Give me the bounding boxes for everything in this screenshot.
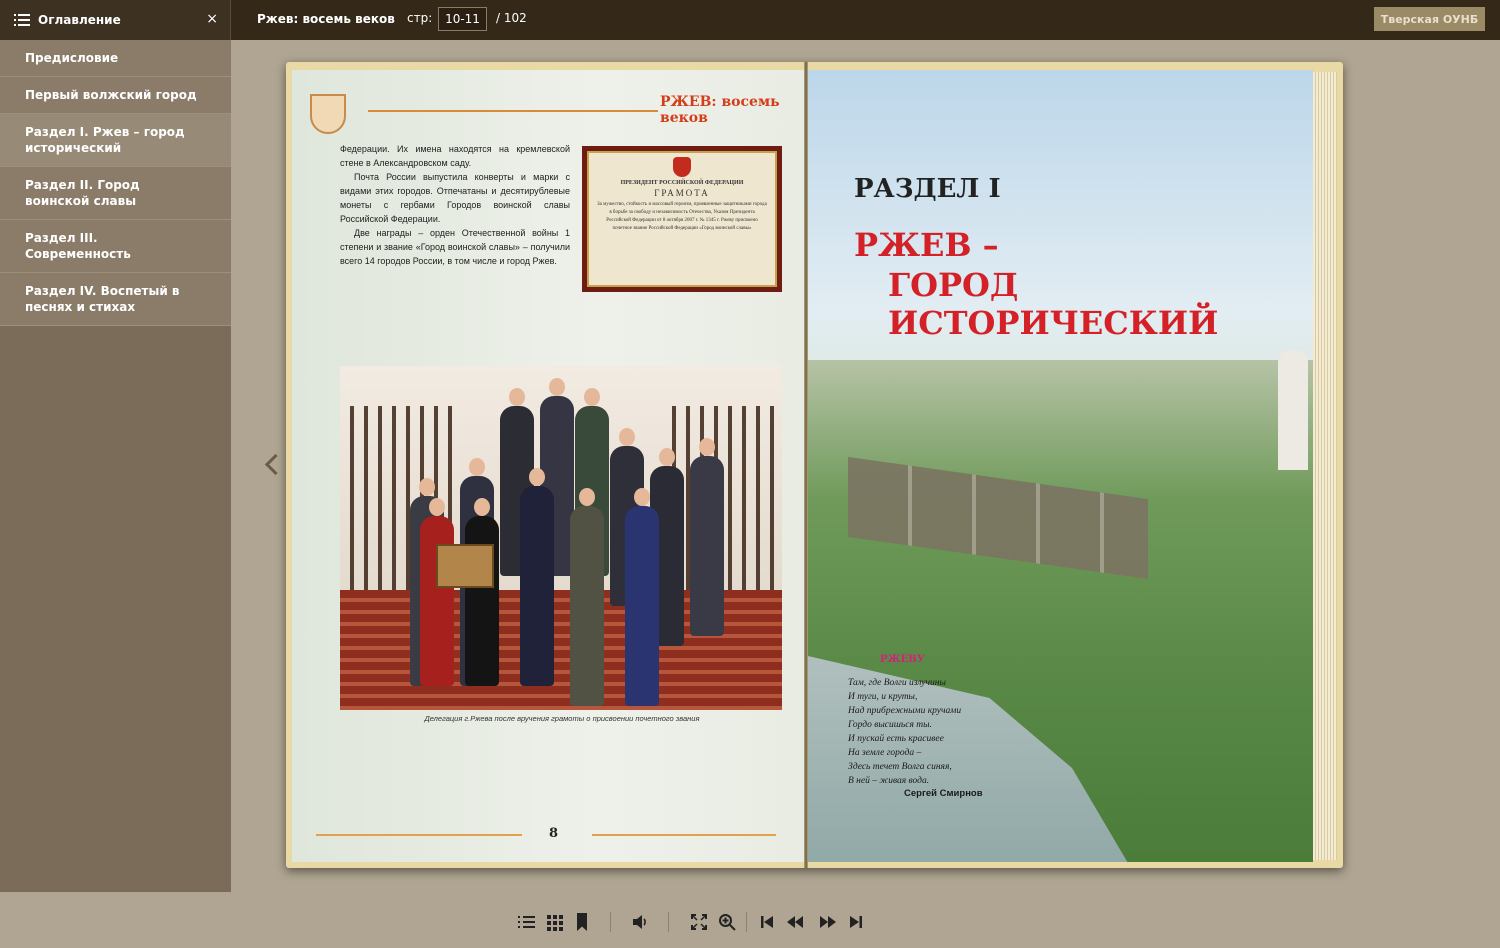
page-total: / 102 bbox=[496, 11, 527, 25]
page-edge bbox=[1313, 72, 1337, 860]
section-title: РЖЕВ – bbox=[854, 226, 999, 264]
paragraph: Две награды – орден Отечественной войны … bbox=[340, 228, 570, 266]
toolbar-separator bbox=[610, 912, 611, 932]
top-bar: Оглавление × Ржев: восемь веков стр: / 1… bbox=[0, 0, 1500, 40]
prev-arrow-icon[interactable] bbox=[262, 450, 282, 480]
book-spread[interactable]: РЖЕВ: восемь веков Федерации. Их имена н… bbox=[286, 62, 1343, 868]
poem-line: Гордо высишься ты. bbox=[848, 720, 932, 730]
toc-item-first-volga-city[interactable]: Первый волжский город bbox=[0, 77, 231, 114]
running-head: РЖЕВ: восемь веков bbox=[660, 94, 780, 126]
toc-item-section-2[interactable]: Раздел II. Город воинской славы bbox=[0, 167, 231, 220]
poem-line: И пускай есть красивее bbox=[848, 734, 944, 744]
poem-author: Сергей Смирнов bbox=[904, 788, 983, 799]
poem-line: Над прибрежными кручами bbox=[848, 706, 962, 716]
toolbar-separator bbox=[746, 912, 747, 932]
delegation-photo bbox=[340, 366, 782, 710]
body-text: Федерации. Их имена находятся на кремлев… bbox=[340, 142, 570, 268]
certificate-title: ГРАМОТА bbox=[654, 188, 710, 198]
toc-title: Оглавление bbox=[38, 13, 121, 27]
fullscreen-icon[interactable] bbox=[690, 913, 708, 931]
certificate-image: ПРЕЗИДЕНТ РОССИЙСКОЙ ФЕДЕРАЦИИ ГРАМОТА З… bbox=[582, 146, 782, 292]
certificate-text: За мужество, стойкость и массовый героиз… bbox=[597, 202, 767, 231]
poem-line: Там, где Волги излучины bbox=[848, 678, 946, 688]
toc-item-section-1[interactable]: Раздел I. Ржев – город исторический bbox=[0, 114, 231, 167]
prev-page-icon[interactable] bbox=[786, 913, 804, 931]
factory-buildings bbox=[848, 456, 1148, 580]
header-rule bbox=[368, 110, 658, 112]
bottom-toolbar bbox=[0, 892, 1500, 948]
next-page-icon[interactable] bbox=[819, 913, 837, 931]
certificate-president: ПРЕЗИДЕНТ РОССИЙСКОЙ ФЕДЕРАЦИИ bbox=[620, 180, 744, 186]
page-number: 8 bbox=[549, 826, 559, 841]
photo-caption: Делегация г.Ржева после вручения грамоты… bbox=[424, 714, 700, 723]
section-label: РАЗДЕЛ I bbox=[854, 174, 1001, 204]
toc-sidebar: Предисловие Первый волжский город Раздел… bbox=[0, 40, 231, 892]
poem-line: И туги, и круты, bbox=[848, 692, 918, 702]
org-button[interactable]: Тверская ОУНБ bbox=[1374, 7, 1485, 31]
toc-item-preface[interactable]: Предисловие bbox=[0, 40, 231, 77]
poem-line: Здесь течет Волга синяя, bbox=[848, 762, 952, 772]
paragraph: Федерации. Их имена находятся на кремлев… bbox=[340, 144, 570, 168]
poem-title: РЖЕВУ bbox=[880, 654, 925, 665]
toc-item-section-4[interactable]: Раздел IV. Воспетый в песнях и стихах bbox=[0, 273, 231, 326]
poem-line: На земле города – bbox=[848, 748, 922, 758]
close-icon[interactable]: × bbox=[206, 11, 218, 27]
toolbar-separator bbox=[668, 912, 669, 932]
paragraph: Почта России выпустила конверты и марки … bbox=[340, 172, 570, 224]
eagle-emblem-icon bbox=[673, 157, 691, 177]
poem-line: В ней – живая вода. bbox=[848, 776, 930, 786]
poem: Там, где Волги излучины И туги, и круты,… bbox=[848, 676, 961, 788]
footer-rule bbox=[316, 834, 522, 836]
grid-icon[interactable] bbox=[545, 913, 563, 931]
first-page-icon[interactable] bbox=[758, 913, 776, 931]
zoom-in-icon[interactable] bbox=[718, 913, 736, 931]
bell-tower bbox=[1278, 350, 1308, 470]
coat-of-arms-icon bbox=[310, 94, 346, 134]
toc-item-section-3[interactable]: Раздел III. Современность bbox=[0, 220, 231, 273]
toc-header: Оглавление × bbox=[0, 0, 231, 40]
footer-rule bbox=[592, 834, 776, 836]
menu-icon[interactable] bbox=[14, 13, 30, 27]
page-input[interactable] bbox=[438, 7, 487, 31]
left-page[interactable]: РЖЕВ: восемь веков Федерации. Их имена н… bbox=[292, 70, 804, 862]
page-label: стр: bbox=[407, 11, 433, 25]
list-icon[interactable] bbox=[518, 913, 536, 931]
right-page[interactable]: РАЗДЕЛ I РЖЕВ – ГОРОД ИСТОРИЧЕСКИЙ РЖЕВУ… bbox=[808, 70, 1313, 862]
book-title: Ржев: восемь веков bbox=[257, 12, 395, 26]
section-title: ГОРОД ИСТОРИЧЕСКИЙ bbox=[888, 266, 1219, 342]
volume-icon[interactable] bbox=[631, 913, 649, 931]
last-page-icon[interactable] bbox=[847, 913, 865, 931]
